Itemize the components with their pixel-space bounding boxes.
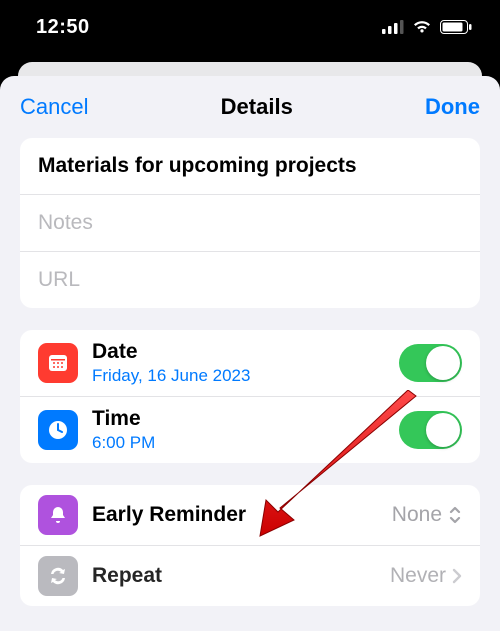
reminder-title[interactable]: Materials for upcoming projects — [20, 138, 480, 195]
bell-icon — [38, 495, 78, 535]
calendar-icon — [38, 343, 78, 383]
battery-icon — [440, 20, 472, 34]
date-text: Date Friday, 16 June 2023 — [92, 340, 385, 386]
options-card: Early Reminder None Repeat Never — [20, 485, 480, 606]
time-label: Time — [92, 407, 385, 431]
url-field[interactable]: URL — [20, 252, 480, 308]
status-indicators — [382, 20, 472, 34]
time-row[interactable]: Time 6:00 PM — [20, 397, 480, 463]
repeat-text: Repeat — [92, 564, 376, 588]
updown-chevron-icon — [448, 505, 462, 525]
time-toggle[interactable] — [399, 411, 462, 449]
nav-title: Details — [221, 94, 293, 120]
details-sheet: Cancel Details Done Materials for upcomi… — [0, 76, 500, 631]
datetime-card: Date Friday, 16 June 2023 Time 6:00 PM — [20, 330, 480, 463]
status-bar: 12:50 — [0, 0, 500, 54]
done-button[interactable]: Done — [425, 94, 480, 120]
time-value: 6:00 PM — [92, 433, 385, 453]
status-time: 12:50 — [36, 16, 90, 39]
early-reminder-text: Early Reminder — [92, 503, 378, 527]
repeat-value: Never — [390, 564, 462, 588]
repeat-label: Repeat — [92, 564, 376, 588]
notes-field[interactable]: Notes — [20, 195, 480, 252]
cancel-button[interactable]: Cancel — [20, 94, 88, 120]
title-card: Materials for upcoming projects Notes UR… — [20, 138, 480, 308]
early-reminder-row[interactable]: Early Reminder None — [20, 485, 480, 546]
time-text: Time 6:00 PM — [92, 407, 385, 453]
cellular-icon — [382, 20, 404, 34]
chevron-right-icon — [452, 568, 462, 584]
repeat-icon — [38, 556, 78, 596]
date-value: Friday, 16 June 2023 — [92, 366, 385, 386]
wifi-icon — [412, 20, 432, 34]
date-label: Date — [92, 340, 385, 364]
clock-icon — [38, 410, 78, 450]
early-reminder-label: Early Reminder — [92, 503, 378, 527]
early-reminder-value: None — [392, 503, 462, 527]
date-toggle[interactable] — [399, 344, 462, 382]
date-row[interactable]: Date Friday, 16 June 2023 — [20, 330, 480, 397]
nav-bar: Cancel Details Done — [0, 80, 500, 138]
repeat-row[interactable]: Repeat Never — [20, 546, 480, 606]
device-frame: 12:50 Cancel Details Done Materials for … — [0, 0, 500, 631]
